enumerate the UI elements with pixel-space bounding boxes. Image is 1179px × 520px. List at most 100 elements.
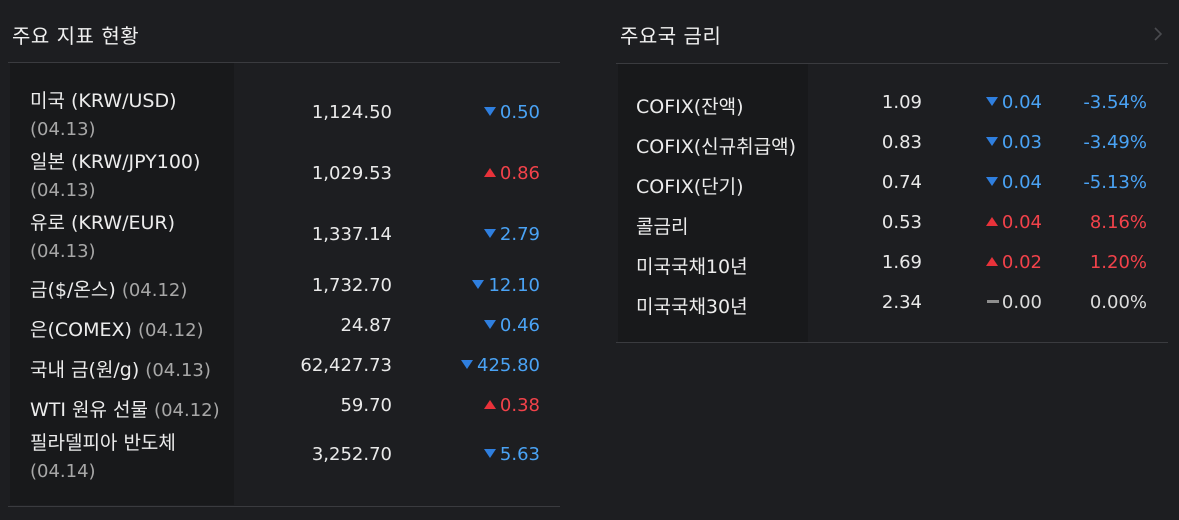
change-value: 0.04 — [1001, 172, 1042, 193]
indicator-value: 62,427.73 — [300, 355, 392, 376]
indicator-date: (04.12) — [154, 400, 220, 421]
rate-percent: 0.00% — [1089, 292, 1147, 313]
rate-name: COFIX(신규취급액) — [636, 136, 796, 158]
indicator-name: 일본 (KRW/JPY100) — [30, 151, 201, 173]
rate-name: COFIX(단기) — [636, 176, 744, 198]
indicator-name: 은(COMEX) — [30, 319, 132, 341]
change-value: 0.03 — [1001, 132, 1042, 153]
indicator-change: 0.46 — [483, 315, 540, 336]
rate-value: 0.83 — [881, 132, 922, 153]
indicator-name-line: 국내 금(원/g) (04.13) — [30, 355, 211, 382]
rate-value: 1.69 — [881, 252, 922, 273]
rate-change: 0.03 — [985, 132, 1042, 153]
indicator-row[interactable]: 금($/온스) (04.12) 1,732.70 12.10 — [0, 275, 570, 315]
indicator-change: 12.10 — [472, 275, 540, 296]
rate-value: 0.74 — [881, 172, 922, 193]
indicator-value: 1,029.53 — [311, 163, 392, 184]
rate-value: 1.09 — [881, 92, 922, 113]
indicator-change: 5.63 — [483, 444, 540, 465]
indicator-name: 미국 (KRW/USD) — [30, 90, 177, 112]
rate-name: 미국국채30년 — [636, 296, 748, 318]
indicator-change: 0.86 — [483, 163, 540, 184]
indicator-name: WTI 원유 선물 — [30, 399, 148, 421]
indicator-change: 2.79 — [483, 224, 540, 245]
triangle-down-icon — [483, 228, 496, 238]
indicator-name-line: 은(COMEX) (04.12) — [30, 315, 204, 342]
indicator-row[interactable]: 국내 금(원/g) (04.13) 62,427.73 425.80 — [0, 355, 570, 395]
indicator-row[interactable]: 유로 (KRW/EUR) (04.13) 1,337.14 2.79 — [0, 208, 570, 262]
rate-row[interactable]: COFIX(단기) 0.74 0.04 -5.13% — [608, 172, 1179, 212]
rate-row[interactable]: 미국국채30년 2.34 0.00 0.00% — [608, 292, 1179, 332]
rate-percent: -5.13% — [1083, 172, 1147, 193]
triangle-down-icon — [483, 319, 496, 329]
divider — [616, 342, 1168, 343]
indicator-change: 0.38 — [483, 395, 540, 416]
triangle-down-icon — [472, 279, 485, 289]
indicator-row[interactable]: 은(COMEX) (04.12) 24.87 0.46 — [0, 315, 570, 355]
indicators-title: 주요 지표 현황 — [12, 24, 140, 48]
rate-name: 미국국채10년 — [636, 256, 748, 278]
rate-percent: -3.49% — [1083, 132, 1147, 153]
indicator-value: 3,252.70 — [311, 444, 392, 465]
rate-row[interactable]: COFIX(신규취급액) 0.83 0.03 -3.49% — [608, 132, 1179, 172]
indicators-panel: 주요 지표 현황 미국 (KRW/USD) (04.13) 1,124.50 0… — [0, 0, 570, 520]
change-value: 5.63 — [499, 444, 540, 465]
indicator-name: 금($/온스) — [30, 279, 116, 301]
dash-icon — [986, 299, 999, 303]
rate-change: 0.02 — [985, 252, 1042, 273]
indicator-date: (04.12) — [138, 320, 204, 341]
rate-value: 0.53 — [881, 212, 922, 233]
rate-change: 0.00 — [986, 292, 1042, 313]
indicator-value: 24.87 — [340, 315, 392, 336]
indicator-date: (04.13) — [30, 241, 96, 262]
triangle-down-icon — [461, 359, 474, 369]
triangle-up-icon — [483, 399, 496, 409]
indicator-date: (04.13) — [145, 360, 211, 381]
indicator-row[interactable]: 일본 (KRW/JPY100) (04.13) 1,029.53 0.86 — [0, 147, 570, 201]
change-value: 0.46 — [499, 315, 540, 336]
indicator-name: 국내 금(원/g) — [30, 359, 140, 381]
rate-name: COFIX(잔액) — [636, 96, 744, 118]
triangle-up-icon — [483, 167, 496, 177]
indicator-row[interactable]: 필라델피아 반도체 (04.14) 3,252.70 5.63 — [0, 428, 570, 482]
indicator-value: 1,732.70 — [311, 275, 392, 296]
indicator-name: 유로 (KRW/EUR) — [30, 212, 176, 234]
indicator-row[interactable]: 미국 (KRW/USD) (04.13) 1,124.50 0.50 — [0, 86, 570, 140]
change-value: 0.86 — [499, 163, 540, 184]
triangle-down-icon — [985, 136, 998, 146]
triangle-up-icon — [985, 256, 998, 266]
change-value: 0.00 — [1001, 292, 1042, 313]
rate-percent: 1.20% — [1089, 252, 1147, 273]
rate-row[interactable]: COFIX(잔액) 1.09 0.04 -3.54% — [608, 92, 1179, 132]
rate-change: 0.04 — [985, 92, 1042, 113]
rate-row[interactable]: 콜금리 0.53 0.04 8.16% — [608, 212, 1179, 252]
rate-value: 2.34 — [881, 292, 922, 313]
indicator-change: 0.50 — [483, 102, 540, 123]
indicator-value: 1,124.50 — [311, 102, 392, 123]
rate-percent: 8.16% — [1089, 212, 1147, 233]
rate-change: 0.04 — [985, 172, 1042, 193]
triangle-up-icon — [985, 216, 998, 226]
rate-row[interactable]: 미국국채10년 1.69 0.02 1.20% — [608, 252, 1179, 292]
rates-title: 주요국 금리 — [620, 24, 722, 48]
indicator-date: (04.14) — [30, 461, 96, 482]
indicator-date: (04.12) — [121, 280, 188, 301]
indicator-value: 1,337.14 — [311, 224, 392, 245]
change-value: 425.80 — [477, 355, 540, 376]
triangle-down-icon — [483, 106, 496, 116]
indicator-date: (04.13) — [30, 180, 96, 201]
chevron-right-icon[interactable] — [1153, 26, 1163, 42]
change-value: 12.10 — [488, 275, 540, 296]
rates-panel: 주요국 금리 COFIX(잔액) 1.09 0.04 -3.54% COFIX(… — [608, 0, 1179, 520]
indicator-name-line: 금($/온스) (04.12) — [30, 275, 187, 302]
rate-change: 0.04 — [985, 212, 1042, 233]
change-value: 0.02 — [1001, 252, 1042, 273]
triangle-down-icon — [483, 448, 496, 458]
indicator-value: 59.70 — [340, 395, 392, 416]
change-value: 0.50 — [499, 102, 540, 123]
rate-percent: -3.54% — [1083, 92, 1147, 113]
divider — [8, 506, 560, 507]
change-value: 0.04 — [1001, 92, 1042, 113]
change-value: 0.04 — [1001, 212, 1042, 233]
change-value: 0.38 — [499, 395, 540, 416]
